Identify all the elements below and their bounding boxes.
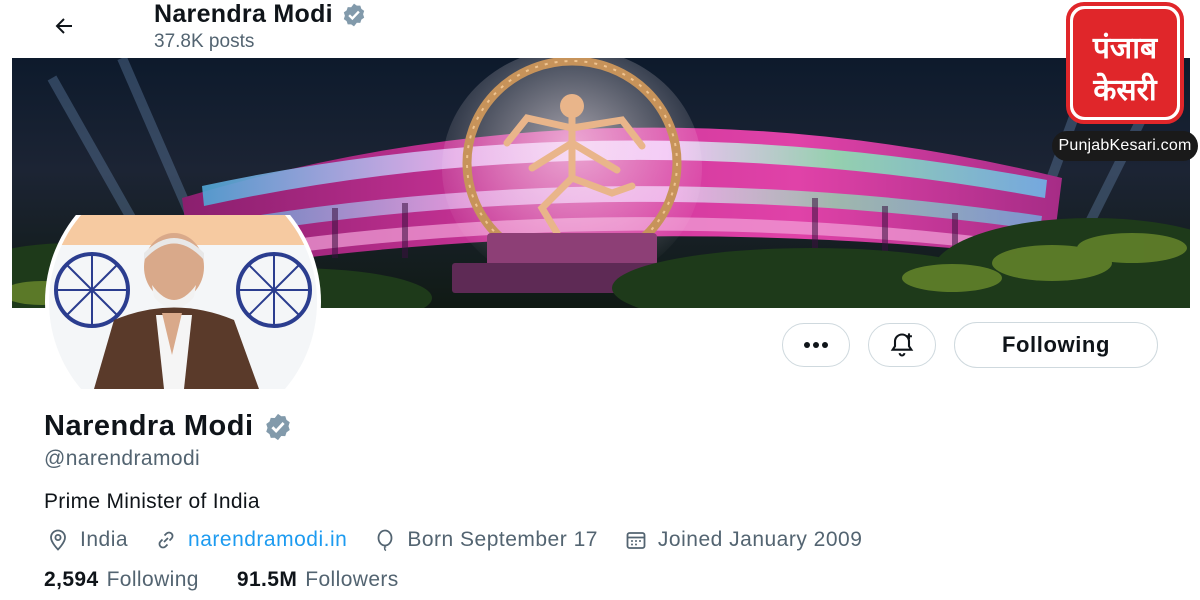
profile-name: Narendra Modi <box>44 410 254 442</box>
profile-meta: India narendramodi.in Born September 17 <box>46 528 888 552</box>
verified-badge-icon <box>265 413 290 440</box>
meta-birthday: Born September 17 <box>373 528 598 552</box>
svg-text:पंजाब: पंजाब <box>1092 31 1159 66</box>
notifications-button[interactable] <box>868 323 936 367</box>
logo-lettering-icon: पंजाब केसरी <box>1073 9 1177 117</box>
meta-location: India <box>46 528 128 552</box>
follow-stats: 2,594 Following 91.5M Followers <box>44 568 399 592</box>
joined-text: Joined January 2009 <box>657 528 863 551</box>
following-stat[interactable]: 2,594 Following <box>44 568 199 592</box>
notification-bell-icon <box>890 333 914 357</box>
profile-handle: @narendramodi <box>44 447 201 470</box>
header-name: Narendra Modi <box>154 0 333 28</box>
location-text: India <box>80 528 129 551</box>
avatar-image <box>45 215 321 389</box>
back-arrow-icon <box>55 18 72 34</box>
birthday-text: Born September 17 <box>407 528 598 551</box>
following-label: Following <box>106 568 199 591</box>
balloon-icon <box>377 529 393 552</box>
website-link[interactable]: narendramodi.in <box>188 528 347 552</box>
header-post-count: 37.8K posts <box>154 31 255 52</box>
more-icon <box>804 342 828 348</box>
calendar-icon <box>626 532 646 549</box>
profile-bio: Prime Minister of India <box>44 490 260 513</box>
link-icon <box>158 531 174 549</box>
avatar[interactable] <box>44 215 324 390</box>
followers-count: 91.5M <box>236 568 298 591</box>
meta-website: narendramodi.in <box>154 528 347 552</box>
location-icon <box>50 529 66 551</box>
header-title: Narendra Modi <box>154 0 367 29</box>
profile-name-row: Narendra Modi <box>44 410 293 443</box>
svg-text:केसरी: केसरी <box>1092 72 1158 108</box>
profile-page: Narendra Modi 37.8K posts Following Nare… <box>6 0 1190 600</box>
more-button[interactable] <box>782 323 850 367</box>
meta-joined: Joined January 2009 <box>624 528 862 552</box>
followers-stat[interactable]: 91.5M Followers <box>237 568 399 592</box>
following-button[interactable]: Following <box>954 322 1158 368</box>
followers-label: Followers <box>305 568 399 591</box>
punjab-kesari-logo: पंजाब केसरी <box>1066 2 1184 124</box>
back-button[interactable] <box>42 8 86 44</box>
verified-badge-icon <box>343 3 365 26</box>
following-count: 2,594 <box>44 568 99 591</box>
watermark-site: PunjabKesari.com <box>1052 131 1198 161</box>
